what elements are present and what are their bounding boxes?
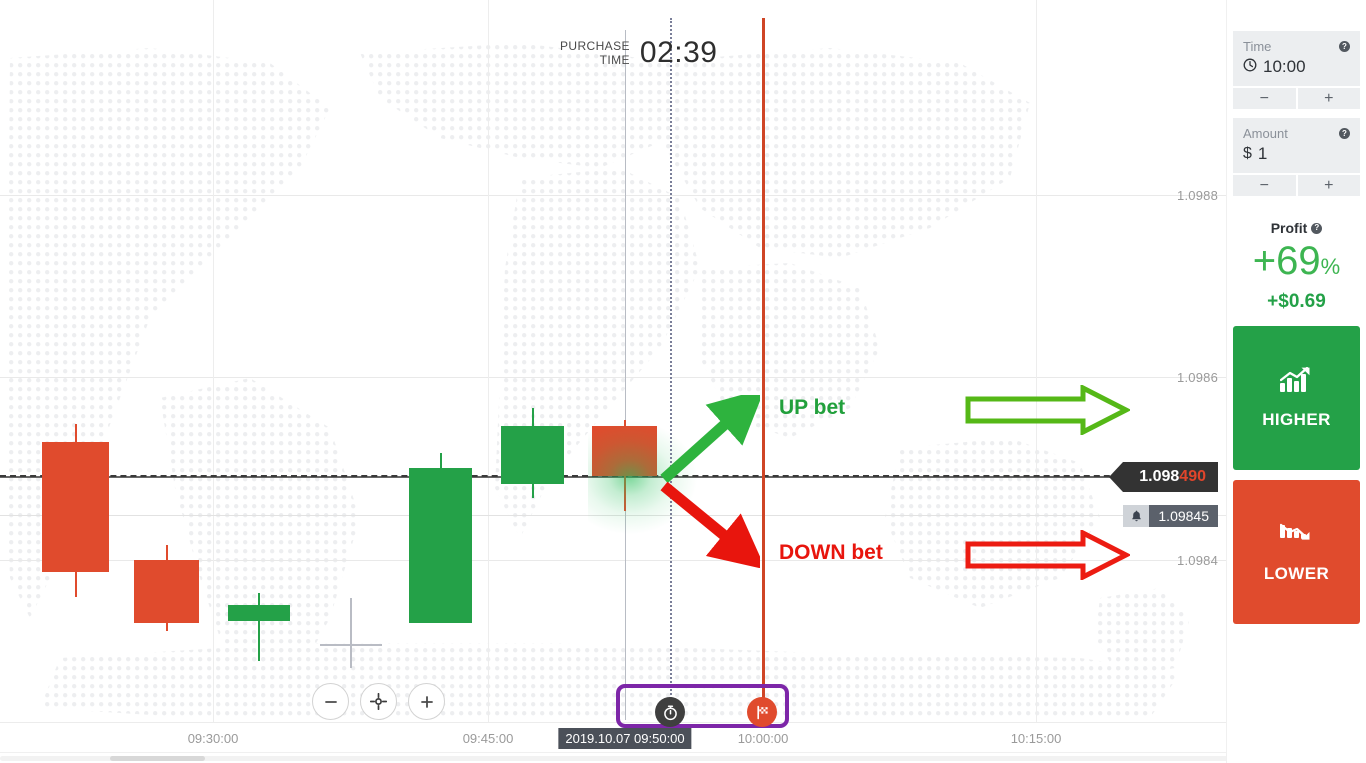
amount-field[interactable]: Amount ? $ 1 [1233,118,1360,173]
candlestick [501,408,564,498]
clock-icon [1243,57,1257,77]
current-price-badge: 1.098 490 [1109,462,1218,492]
down-bet-arrow [660,481,760,568]
alert-price-line [0,515,1185,516]
time-stepper[interactable]: − + [1233,88,1360,109]
candlestick [409,453,472,623]
trading-platform-screen: 1.0988 1.0986 1.0984 1.098 490 1.09845 P… [0,0,1366,763]
time-tooltip: 2019.10.07 09:50:00 [558,728,692,749]
down-bet-label: DOWN bet [779,541,883,564]
time-value: 10:00 [1263,57,1306,76]
candlestick [228,593,290,665]
up-bet-arrow [660,395,760,484]
down-bet-block-arrow [965,530,1130,580]
current-price-fraction: 490 [1179,468,1206,485]
candlestick [134,545,199,650]
profit-label: Profit [1270,220,1308,236]
zoom-in-button[interactable] [408,683,445,720]
candlestick [592,420,657,511]
amount-field-head: Amount ? [1243,126,1350,141]
amount-value: 1 [1257,144,1268,163]
help-icon[interactable]: ? [1339,128,1350,139]
profit-percent: +69% [1233,238,1360,290]
chart-zoom-controls[interactable] [312,683,445,720]
time-label: Time [1243,39,1272,54]
time-axis-label: 10:15:00 [1010,731,1062,746]
current-price-whole: 1.098 [1139,468,1180,485]
up-bet-block-arrow [965,385,1130,435]
higher-button[interactable]: HIGHER [1233,326,1360,470]
higher-button-label: HIGHER [1262,409,1331,429]
zoom-out-button[interactable] [312,683,349,720]
time-increase-button[interactable]: + [1297,88,1360,109]
candlestick [42,424,109,597]
trade-panel: Time ? 10:00 − + Amount ? $ 1 − + Profit… [1226,0,1366,763]
chart-up-icon [1279,366,1314,398]
time-field-head: Time ? [1243,39,1350,54]
amount-value-row: $ 1 [1243,144,1350,164]
help-icon[interactable]: ? [1339,41,1350,52]
crosshair-icon[interactable] [360,683,397,720]
checkered-flag-icon[interactable] [747,697,777,727]
currency-symbol: $ [1243,145,1252,162]
time-decrease-button[interactable]: − [1233,88,1296,109]
purchase-time-label: PURCHASE TIME [560,39,630,67]
time-axis-label: 10:00:00 [737,731,789,746]
scrollbar-thumb[interactable] [110,756,205,761]
profit-percent-value: +69 [1252,239,1321,283]
purchase-time-line [670,18,672,718]
profit-amount: +$0.69 [1267,291,1326,312]
amount-label: Amount [1243,126,1288,141]
time-axis-label: 09:45:00 [462,731,514,746]
purchase-time-header: PURCHASE TIME 02:39 [560,36,717,70]
profit-header: Profit ? [1233,220,1360,236]
price-axis-label: 1.0984 [1177,553,1218,568]
amount-increase-button[interactable]: + [1297,175,1360,196]
percent-sign: % [1320,254,1341,279]
alert-price-value: 1.09845 [1149,505,1218,527]
price-alert-badge[interactable]: 1.09845 [1123,505,1218,527]
horizontal-scrollbar[interactable] [0,752,1366,763]
candlestick [320,598,382,668]
time-value-row: 10:00 [1243,57,1350,77]
stopwatch-icon[interactable] [655,697,685,727]
bell-icon [1123,505,1150,527]
amount-decrease-button[interactable]: − [1233,175,1296,196]
expiry-time-line [762,18,765,718]
price-axis-label: 1.0986 [1177,370,1218,385]
current-candle-line [625,30,626,720]
up-bet-label: UP bet [779,396,846,419]
amount-stepper[interactable]: − + [1233,175,1360,196]
current-price-dashed-line [0,475,1160,477]
purchase-time-countdown: 02:39 [639,36,718,69]
lower-button[interactable]: LOWER [1233,480,1360,624]
help-icon[interactable]: ? [1311,222,1323,234]
price-chart[interactable]: 1.0988 1.0986 1.0984 1.098 490 1.09845 P… [0,0,1226,752]
price-axis-label: 1.0988 [1177,188,1218,203]
lower-button-label: LOWER [1263,563,1330,583]
time-field[interactable]: Time ? 10:00 [1233,31,1360,86]
time-axis-label: 09:30:00 [187,731,239,746]
chart-down-icon [1279,521,1314,552]
